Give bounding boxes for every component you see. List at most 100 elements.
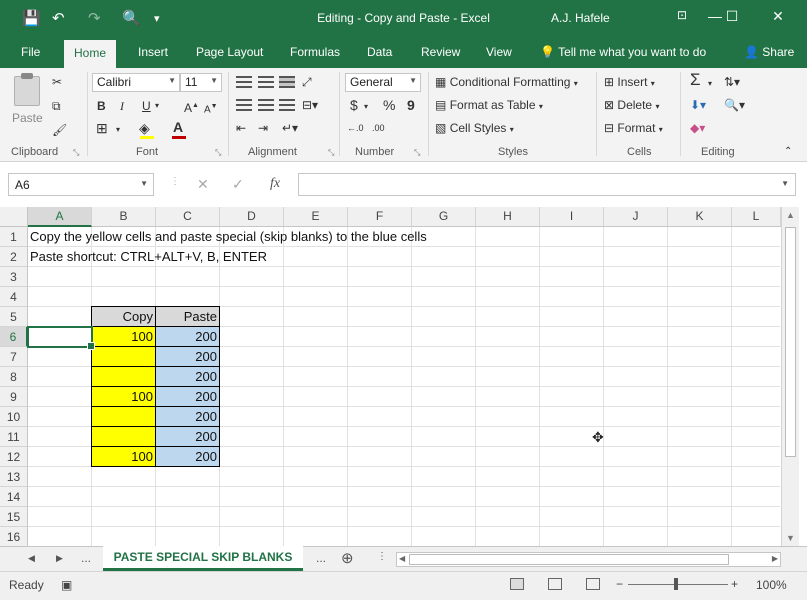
align-right-icon[interactable] <box>279 99 295 111</box>
cell-b11[interactable] <box>91 426 156 447</box>
normal-view-icon[interactable] <box>510 578 524 590</box>
column-header-f[interactable]: F <box>348 207 412 227</box>
cancel-formula-button[interactable]: ✕ <box>197 176 209 193</box>
zoom-out-button[interactable]: − <box>616 577 623 591</box>
zoom-in-button[interactable]: + <box>731 577 738 591</box>
add-sheet-icon[interactable]: ⊕ <box>341 549 354 567</box>
vertical-scrollbar[interactable]: ▲ ▼ <box>781 207 799 546</box>
top-align-icon[interactable] <box>236 76 252 88</box>
number-format-dropdown[interactable]: General ▼ <box>345 73 421 92</box>
prev-sheet-icon[interactable]: ◀ <box>28 553 35 564</box>
scroll-thumb[interactable] <box>785 227 796 457</box>
row-header[interactable]: 14 <box>0 487 28 507</box>
fill-icon[interactable]: ⬇▾ <box>690 97 706 113</box>
scroll-down-icon[interactable]: ▼ <box>786 533 795 543</box>
format-painter-icon[interactable]: 🖌 <box>52 122 67 138</box>
row-header[interactable]: 16 <box>0 527 28 546</box>
column-header-h[interactable]: H <box>476 207 540 227</box>
bold-button[interactable]: B <box>97 98 106 114</box>
horizontal-scrollbar[interactable]: ◀ ▶ <box>396 552 781 567</box>
font-color-icon[interactable]: A <box>173 119 183 135</box>
insert-function-button[interactable]: fx <box>270 176 280 192</box>
collapse-ribbon-icon[interactable]: ⌃ <box>784 144 792 160</box>
alignment-launcher-icon[interactable]: ⤡ <box>328 148 334 158</box>
scroll-up-icon[interactable]: ▲ <box>786 210 795 220</box>
merge-center-icon[interactable]: ⊟▾ <box>302 97 318 113</box>
cell-b10[interactable] <box>91 406 156 427</box>
column-header-j[interactable]: J <box>604 207 668 227</box>
increase-indent-icon[interactable]: ⇥ <box>258 120 268 136</box>
font-launcher-icon[interactable]: ⤡ <box>215 148 221 158</box>
zoom-slider-handle[interactable] <box>674 578 678 590</box>
page-break-view-icon[interactable] <box>586 578 600 590</box>
scroll-right-icon[interactable]: ▶ <box>772 554 778 563</box>
page-layout-view-icon[interactable] <box>548 578 562 590</box>
autosum-button[interactable]: Σ <box>690 71 701 88</box>
cell-b8[interactable] <box>91 366 156 387</box>
copy-icon[interactable]: ⧉ <box>52 98 61 114</box>
decrease-indent-icon[interactable]: ⇤ <box>236 120 246 136</box>
italic-button[interactable]: I <box>120 98 124 114</box>
cell-styles-button[interactable]: ▧ Cell Styles ▾ <box>435 120 514 138</box>
customize-qat-icon[interactable]: ▾ <box>154 9 160 29</box>
column-header-l[interactable]: L <box>732 207 781 227</box>
tab-page-layout[interactable]: Page Layout <box>196 45 263 59</box>
tab-data[interactable]: Data <box>367 45 392 59</box>
redo-icon[interactable]: ↷ <box>88 9 101 29</box>
increase-font-size-button[interactable]: A▲ <box>184 98 199 116</box>
chevron-down-icon[interactable]: ▾ <box>155 98 159 114</box>
zoom-level[interactable]: 100% <box>756 578 787 592</box>
row-header[interactable]: 12 <box>0 447 28 467</box>
save-icon[interactable]: 💾 <box>22 9 41 29</box>
format-as-table-button[interactable]: ▤ Format as Table ▾ <box>435 97 543 115</box>
cell-a1[interactable]: Copy the yellow cells and paste special … <box>30 227 427 247</box>
font-size-dropdown[interactable]: 11 ▼ <box>180 73 222 92</box>
conditional-formatting-button[interactable]: ▦ Conditional Formatting ▾ <box>435 74 578 92</box>
font-name-dropdown[interactable]: Calibri ▼ <box>92 73 180 92</box>
tab-review[interactable]: Review <box>421 45 460 59</box>
row-header[interactable]: 10 <box>0 407 28 427</box>
enter-formula-button[interactable]: ✓ <box>232 176 244 193</box>
print-preview-icon[interactable]: 🔍 <box>122 9 141 29</box>
sheet-tab-paste-special-skip-blanks[interactable]: PASTE SPECIAL SKIP BLANKS <box>103 546 303 571</box>
cut-icon[interactable]: ✂ <box>52 74 62 90</box>
column-header-k[interactable]: K <box>668 207 732 227</box>
wrap-text-icon[interactable]: ↵▾ <box>282 120 298 136</box>
more-sheets-left[interactable]: ... <box>81 551 91 565</box>
undo-icon[interactable]: ↶ <box>52 9 65 29</box>
chevron-down-icon[interactable]: ▾ <box>708 76 712 92</box>
currency-button[interactable]: $ <box>350 97 358 113</box>
cell-b6[interactable]: 100 <box>91 326 156 347</box>
row-header[interactable]: 6 <box>0 327 28 347</box>
clear-icon[interactable]: ◆▾ <box>690 120 705 136</box>
cell-c7[interactable]: 200 <box>155 346 220 367</box>
cell-c5-paste-header[interactable]: Paste <box>155 306 220 327</box>
row-header[interactable]: 11 <box>0 427 28 447</box>
cell-c8[interactable]: 200 <box>155 366 220 387</box>
format-cells-button[interactable]: ⊟ Format ▾ <box>604 120 663 138</box>
cell-c9[interactable]: 200 <box>155 386 220 407</box>
center-icon[interactable] <box>258 99 274 111</box>
borders-icon[interactable]: ⊞ <box>96 120 108 136</box>
fill-color-icon[interactable]: ◈ <box>139 120 150 136</box>
cell-b5-copy-header[interactable]: Copy <box>91 306 156 327</box>
cell-b12[interactable]: 100 <box>91 446 156 467</box>
column-header-i[interactable]: I <box>540 207 604 227</box>
chevron-down-icon[interactable]: ▾ <box>116 122 120 138</box>
tab-insert[interactable]: Insert <box>138 45 168 59</box>
column-header-b[interactable]: B <box>92 207 156 227</box>
row-header[interactable]: 2 <box>0 247 28 267</box>
percent-button[interactable]: % <box>383 97 395 113</box>
user-name[interactable]: A.J. Hafele <box>551 11 610 25</box>
column-header-d[interactable]: D <box>220 207 284 227</box>
row-header[interactable]: 3 <box>0 267 28 287</box>
formula-input[interactable]: ▼ <box>298 173 796 196</box>
cell-b7[interactable] <box>91 346 156 367</box>
close-icon[interactable]: ✕ <box>763 8 793 25</box>
bottom-align-icon[interactable] <box>279 76 295 88</box>
scroll-thumb[interactable] <box>409 554 729 565</box>
row-header[interactable]: 4 <box>0 287 28 307</box>
row-header[interactable]: 9 <box>0 387 28 407</box>
delete-cells-button[interactable]: ⊠ Delete ▾ <box>604 97 659 115</box>
column-header-g[interactable]: G <box>412 207 476 227</box>
